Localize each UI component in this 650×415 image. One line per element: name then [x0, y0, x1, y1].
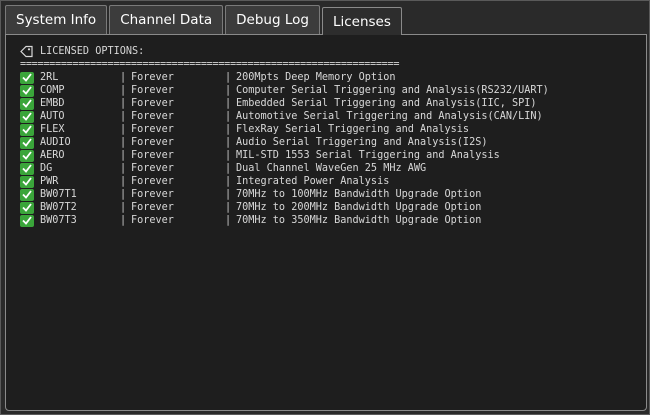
- tab-channel-data[interactable]: Channel Data: [109, 5, 224, 34]
- column-separator: |: [225, 98, 232, 109]
- check-icon: [20, 175, 34, 188]
- check-icon: [20, 201, 34, 214]
- license-description: Embedded Serial Triggering and Analysis(…: [236, 98, 537, 109]
- license-term: Forever: [131, 202, 174, 213]
- tab-bar: System Info Channel Data Debug Log Licen…: [5, 4, 404, 35]
- column-separator: |: [120, 111, 127, 122]
- check-icon: [20, 214, 34, 227]
- licenses-content: LICENSED OPTIONS: ======================…: [20, 45, 549, 227]
- header-rule: ========================================…: [20, 59, 400, 70]
- license-code: BW07T3: [40, 215, 77, 226]
- license-description: Automotive Serial Triggering and Analysi…: [236, 111, 543, 122]
- column-separator: |: [120, 163, 127, 174]
- license-term: Forever: [131, 163, 174, 174]
- license-row: DG | Forever | Dual Channel WaveGen 25 MHz A…: [20, 162, 549, 175]
- license-list: 2RL | Forever | 200Mpts Deep Memory Option CO…: [20, 71, 549, 227]
- license-row: 2RL | Forever | 200Mpts Deep Memory Option: [20, 71, 549, 84]
- column-separator: |: [225, 215, 232, 226]
- license-row: COMP | Forever | Computer Serial Triggering …: [20, 84, 549, 97]
- license-code: AERO: [40, 150, 65, 161]
- check-icon: [20, 84, 34, 97]
- tab-licenses[interactable]: Licenses: [321, 7, 402, 35]
- license-term: Forever: [131, 150, 174, 161]
- license-code: AUDIO: [40, 137, 71, 148]
- license-row: FLEX | Forever | FlexRay Serial Triggering a…: [20, 123, 549, 136]
- license-term: Forever: [131, 176, 174, 187]
- license-code: AUTO: [40, 111, 65, 122]
- column-separator: |: [225, 163, 232, 174]
- column-separator: |: [225, 72, 232, 83]
- license-code: 2RL: [40, 72, 59, 83]
- license-row: BW07T1 | Forever | 70MHz to 100MHz Bandwidth…: [20, 188, 549, 201]
- license-description: Integrated Power Analysis: [236, 176, 390, 187]
- column-separator: |: [120, 189, 127, 200]
- column-separator: |: [225, 176, 232, 187]
- license-code: EMBD: [40, 98, 65, 109]
- column-separator: |: [225, 124, 232, 135]
- license-code: FLEX: [40, 124, 65, 135]
- license-row: BW07T3 | Forever | 70MHz to 350MHz Bandwidth…: [20, 214, 549, 227]
- column-separator: |: [225, 202, 232, 213]
- license-term: Forever: [131, 72, 174, 83]
- column-separator: |: [120, 150, 127, 161]
- license-description: 200Mpts Deep Memory Option: [236, 72, 396, 83]
- check-icon: [20, 110, 34, 123]
- license-term: Forever: [131, 124, 174, 135]
- license-description: 70MHz to 100MHz Bandwidth Upgrade Option: [236, 189, 482, 200]
- license-description: FlexRay Serial Triggering and Analysis: [236, 124, 470, 135]
- licensed-options-header: LICENSED OPTIONS:: [20, 45, 549, 58]
- column-separator: |: [225, 85, 232, 96]
- license-row: BW07T2 | Forever | 70MHz to 200MHz Bandwidth…: [20, 201, 549, 214]
- check-icon: [20, 136, 34, 149]
- column-separator: |: [225, 137, 232, 148]
- license-term: Forever: [131, 137, 174, 148]
- license-description: Audio Serial Triggering and Analysis(I2S…: [236, 137, 488, 148]
- license-description: MIL-STD 1553 Serial Triggering and Analy…: [236, 150, 500, 161]
- license-description: Dual Channel WaveGen 25 MHz AWG: [236, 163, 427, 174]
- tab-system-info[interactable]: System Info: [5, 5, 108, 34]
- license-code: BW07T1: [40, 189, 77, 200]
- license-term: Forever: [131, 98, 174, 109]
- check-icon: [20, 71, 34, 84]
- license-description: 70MHz to 200MHz Bandwidth Upgrade Option: [236, 202, 482, 213]
- license-row: EMBD | Forever | Embedded Serial Triggering …: [20, 97, 549, 110]
- column-separator: |: [120, 137, 127, 148]
- check-icon: [20, 123, 34, 136]
- check-icon: [20, 97, 34, 110]
- license-code: BW07T2: [40, 202, 77, 213]
- column-separator: |: [225, 111, 232, 122]
- column-separator: |: [120, 98, 127, 109]
- license-term: Forever: [131, 111, 174, 122]
- column-separator: |: [120, 85, 127, 96]
- license-code: DG: [40, 163, 53, 174]
- column-separator: |: [120, 215, 127, 226]
- license-row: AUDIO | Forever | Audio Serial Triggering an…: [20, 136, 549, 149]
- check-icon: [20, 188, 34, 201]
- license-code: COMP: [40, 85, 65, 96]
- license-row: AUTO | Forever | Automotive Serial Triggerin…: [20, 110, 549, 123]
- license-row: AERO | Forever | MIL-STD 1553 Serial Trigger…: [20, 149, 549, 162]
- license-row: PWR | Forever | Integrated Power Analysis: [20, 175, 549, 188]
- license-term: Forever: [131, 215, 174, 226]
- column-separator: |: [120, 202, 127, 213]
- licenses-panel: LICENSED OPTIONS: ======================…: [5, 34, 647, 411]
- column-separator: |: [120, 176, 127, 187]
- column-separator: |: [225, 189, 232, 200]
- tab-debug-log[interactable]: Debug Log: [225, 5, 320, 34]
- license-code: PWR: [40, 176, 59, 187]
- license-description: 70MHz to 350MHz Bandwidth Upgrade Option: [236, 215, 482, 226]
- column-separator: |: [225, 150, 232, 161]
- licensed-options-title: LICENSED OPTIONS:: [40, 46, 145, 57]
- check-icon: [20, 149, 34, 162]
- license-term: Forever: [131, 189, 174, 200]
- license-description: Computer Serial Triggering and Analysis(…: [236, 85, 549, 96]
- column-separator: |: [120, 72, 127, 83]
- license-term: Forever: [131, 85, 174, 96]
- tag-icon: [20, 45, 34, 58]
- column-separator: |: [120, 124, 127, 135]
- licenses-window: System Info Channel Data Debug Log Licen…: [0, 0, 650, 415]
- check-icon: [20, 162, 34, 175]
